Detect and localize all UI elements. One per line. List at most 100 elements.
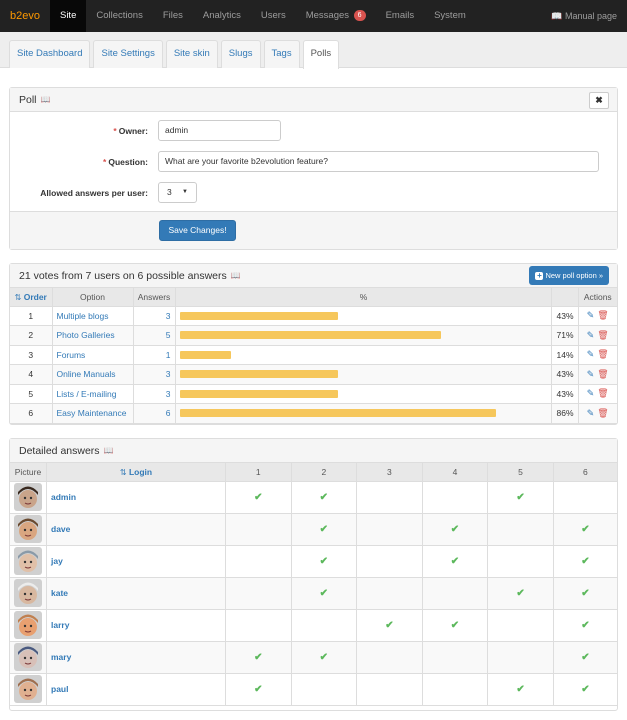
edit-icon[interactable]: ✎ (587, 330, 595, 340)
nav-site[interactable]: Site (49, 0, 87, 32)
answer-1-cell: ✔ (225, 641, 292, 674)
delete-icon[interactable]: 🗑 (597, 408, 608, 418)
site-tabs: Site Dashboard Site Settings Site skin S… (0, 32, 627, 69)
user-login-link[interactable]: jay (51, 556, 63, 566)
owner-input[interactable]: admin (158, 120, 281, 141)
actions-cell: ✎ 🗑 (578, 345, 617, 365)
answers-count-link[interactable]: 5 (133, 325, 176, 346)
allowed-answers-select[interactable]: 3 ▼ (158, 182, 197, 203)
tab-site-skin[interactable]: Site skin (165, 40, 218, 68)
avatar[interactable] (14, 547, 42, 575)
nav-users[interactable]: Users (251, 0, 296, 32)
allowed-answers-value: 3 (167, 187, 172, 197)
answers-count-link[interactable]: 3 (133, 364, 176, 385)
answer-5-cell (487, 609, 554, 642)
login-cell: jay (46, 545, 226, 578)
edit-icon[interactable]: ✎ (587, 310, 595, 320)
edit-icon[interactable]: ✎ (587, 408, 595, 418)
answer-3-cell (356, 481, 423, 514)
user-login-link[interactable]: kate (51, 588, 68, 598)
checkmark-icon: ✔ (450, 523, 460, 535)
answer-1-cell: ✔ (225, 481, 292, 514)
checkmark-icon: ✔ (516, 587, 525, 599)
table-row: 1 Multiple blogs 3 43% ✎ 🗑 (10, 306, 617, 326)
tab-polls[interactable]: Polls (302, 40, 340, 69)
nav-collections[interactable]: Collections (86, 0, 152, 32)
nav-emails[interactable]: Emails (376, 0, 425, 32)
avatar[interactable] (14, 611, 42, 639)
book-icon: 📖 (551, 10, 563, 21)
user-login-link[interactable]: mary (51, 652, 71, 662)
avatar[interactable] (14, 515, 42, 543)
poll-options-table: ⇅ Order Option Answers % Actions 1 Multip… (10, 288, 617, 424)
close-button[interactable]: ✖ (589, 92, 609, 109)
nav-analytics[interactable]: Analytics (193, 0, 251, 32)
user-login-link[interactable]: dave (51, 524, 70, 534)
manual-page-link[interactable]: 📖 Manual page (551, 11, 627, 22)
answer-3-cell (356, 513, 423, 546)
login-cell: dave (46, 513, 226, 546)
answer-4-cell: ✔ (422, 609, 489, 642)
user-login-link[interactable]: admin (51, 492, 76, 502)
answer-6-cell: ✔ (553, 673, 617, 706)
edit-icon[interactable]: ✎ (587, 349, 595, 359)
answer-3-cell: ✔ (356, 609, 423, 642)
login-cell: mary (46, 641, 226, 674)
avatar[interactable] (14, 483, 42, 511)
option-link[interactable]: Online Manuals (52, 364, 134, 385)
checkmark-icon: ✔ (319, 555, 329, 567)
nav-system[interactable]: System (424, 0, 476, 32)
detailed-answers-header: Detailed answers 📖 (10, 439, 617, 463)
answers-count-link[interactable]: 6 (133, 403, 176, 424)
delete-icon[interactable]: 🗑 (597, 388, 608, 398)
new-poll-option-button[interactable]: + New poll option » (529, 266, 609, 285)
checkmark-icon: ✔ (581, 619, 590, 631)
user-login-link[interactable]: larry (51, 620, 69, 630)
checkmark-icon: ✔ (254, 683, 263, 695)
answer-4-cell: ✔ (422, 513, 489, 546)
col-order[interactable]: ⇅ Order (10, 288, 53, 307)
tab-site-dashboard[interactable]: Site Dashboard (9, 40, 91, 68)
percent-cell: 43% (551, 364, 579, 385)
tab-tags[interactable]: Tags (263, 40, 300, 68)
caret-down-icon: ▼ (182, 189, 188, 195)
edit-icon[interactable]: ✎ (587, 369, 595, 379)
sort-icon: ⇅ (14, 292, 22, 302)
percent-cell: 43% (551, 384, 579, 404)
actions-cell: ✎ 🗑 (578, 306, 617, 326)
nav-files[interactable]: Files (153, 0, 193, 32)
answer-4-cell: ✔ (422, 545, 489, 578)
delete-icon[interactable]: 🗑 (597, 330, 608, 340)
checkmark-icon: ✔ (385, 619, 394, 631)
delete-icon[interactable]: 🗑 (597, 369, 608, 379)
avatar[interactable] (14, 643, 42, 671)
avatar[interactable] (14, 675, 42, 703)
order-cell: 3 (10, 345, 53, 365)
avatar[interactable] (14, 579, 42, 607)
option-link[interactable]: Multiple blogs (52, 306, 134, 326)
user-login-link[interactable]: paul (51, 684, 68, 694)
option-link[interactable]: Lists / E-mailing (52, 384, 134, 404)
edit-icon[interactable]: ✎ (587, 388, 595, 398)
question-input[interactable]: What are your favorite b2evolution featu… (158, 151, 599, 172)
percent-cell: 43% (551, 306, 579, 326)
delete-icon[interactable]: 🗑 (597, 310, 608, 320)
delete-icon[interactable]: 🗑 (597, 349, 608, 359)
answers-count-link[interactable]: 3 (133, 384, 176, 404)
option-link[interactable]: Photo Galleries (52, 325, 134, 346)
poll-options-title: 21 votes from 7 users on 6 possible answ… (19, 269, 227, 282)
col-login[interactable]: ⇅ Login (46, 463, 226, 482)
option-link[interactable]: Forums (52, 345, 134, 365)
save-changes-button[interactable]: Save Changes! (159, 220, 236, 241)
picture-cell (10, 513, 47, 546)
brand-logo[interactable]: b2evo (0, 0, 50, 32)
option-link[interactable]: Easy Maintenance (52, 403, 134, 424)
answers-count-link[interactable]: 3 (133, 306, 176, 326)
tab-slugs[interactable]: Slugs (220, 40, 261, 68)
table-row: admin ✔ ✔ ✔ (10, 481, 617, 514)
answer-2-cell: ✔ (291, 545, 358, 578)
answers-count-link[interactable]: 1 (133, 345, 176, 365)
answer-2-cell: ✔ (291, 577, 358, 610)
nav-messages[interactable]: Messages 6 (296, 0, 376, 32)
tab-site-settings[interactable]: Site Settings (93, 40, 163, 68)
